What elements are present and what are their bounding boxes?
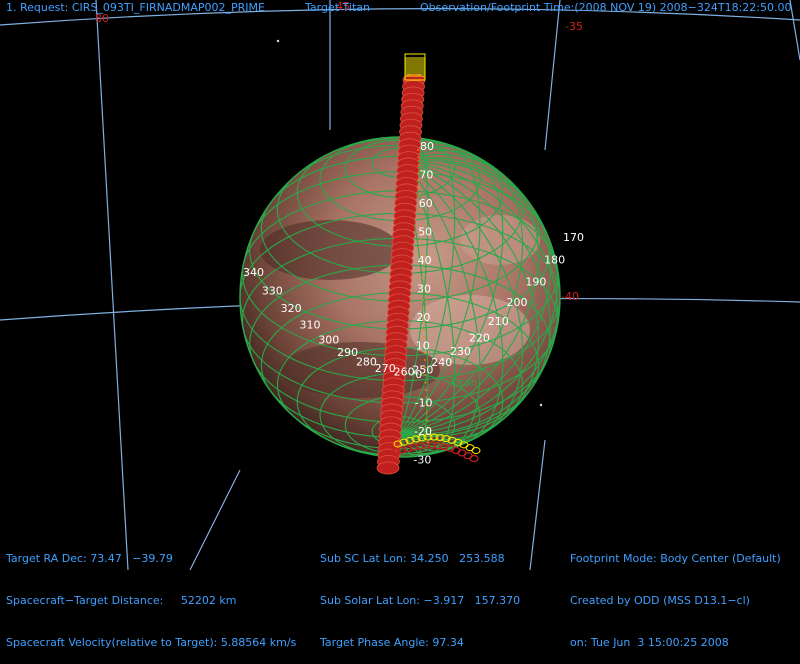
footprint-dot — [417, 149, 419, 151]
latitude-label: -10 — [415, 397, 433, 410]
longitude-label: 210 — [488, 315, 509, 328]
latitude-label: 40 — [418, 254, 432, 267]
sub-sc-lat-lon: Sub SC Lat Lon: 34.250 253.588 — [320, 552, 505, 565]
footprint-dot — [417, 156, 420, 159]
grid-label-dec-mid: -40 — [561, 290, 579, 303]
footprint-dot — [424, 359, 426, 361]
footprint-dot — [420, 239, 422, 241]
footprint-cell — [376, 461, 400, 475]
footprint-dot — [417, 164, 420, 166]
footprint-dot — [425, 389, 427, 391]
footprint-edge-cell — [465, 444, 475, 452]
footprint-dot — [426, 441, 429, 444]
latitude-label: 30 — [417, 283, 431, 296]
footprint-cell — [469, 454, 479, 463]
longitude-label: 220 — [469, 331, 490, 344]
latitude-label: 80 — [420, 140, 434, 153]
observation-time-label: Observation/Footprint Time:(2008 NOV 19)… — [420, 1, 792, 14]
target-label-titan: Titan — [449, 376, 477, 389]
footprint-edge-cell — [404, 65, 426, 73]
info-middle-panel: Sub SC Lat Lon: 34.250 253.588 Sub Solar… — [320, 524, 520, 664]
longitude-label: 180 — [544, 253, 565, 266]
footprint-dot — [423, 329, 425, 331]
longitude-label: 300 — [318, 333, 339, 346]
latitude-label: 70 — [419, 169, 433, 182]
target-name-label: Target Titan — [305, 1, 370, 14]
footprint-dot — [418, 194, 421, 196]
footprint-dot — [422, 306, 425, 309]
longitude-label: 310 — [299, 319, 320, 332]
render-view: 80706050403020100-10-20-30 3403303203103… — [0, 0, 800, 570]
longitude-label: 320 — [281, 302, 302, 315]
footprint-dot — [421, 276, 424, 279]
info-right-panel: Footprint Mode: Body Center (Default) Cr… — [570, 524, 781, 664]
spacecraft-velocity: Spacecraft Velocity(relative to Target):… — [6, 636, 297, 649]
footprint-edge-cell — [471, 447, 481, 454]
footprint-dot — [420, 246, 423, 249]
created-by: Created by ODD (MSS D13.1−cl) — [570, 594, 750, 607]
created-date: on: Tue Jun 3 15:00:25 2008 — [570, 636, 729, 649]
longitude-label: 230 — [450, 345, 471, 358]
footprint-edge-cell — [404, 53, 426, 61]
longitude-label: 340 — [243, 266, 264, 279]
latitude-label: 20 — [416, 311, 430, 324]
footprint-dot — [423, 336, 426, 339]
latitude-label: 60 — [419, 197, 433, 210]
footprint-dot — [422, 299, 424, 301]
footprint-dot — [421, 269, 423, 271]
longitude-label: 190 — [525, 275, 546, 288]
sub-solar-lat-lon: Sub Solar Lat Lon: −3.917 157.370 — [320, 594, 521, 607]
latitude-label: -20 — [414, 425, 432, 438]
footprint-dot — [418, 186, 421, 189]
latitude-label: 50 — [418, 226, 432, 239]
target-ra-dec: Target RA Dec: 73.47 −39.79 — [6, 552, 173, 565]
footprint-dot — [419, 216, 422, 219]
footprint-edge-cell — [404, 61, 426, 69]
grid-label-dec-right: -35 — [565, 20, 583, 33]
footprint-dot — [426, 419, 428, 421]
request-label: 1. Request: CIRS_093TI_FIRNADMAP002_PRIM… — [6, 1, 265, 14]
target-phase-angle: Target Phase Angle: 97.34 — [320, 636, 464, 649]
longitude-label: 200 — [507, 296, 528, 309]
spacecraft-distance: Spacecraft−Target Distance: 52202 km — [6, 594, 237, 607]
longitude-label: 330 — [262, 284, 283, 297]
footprint-edge-cell — [404, 57, 426, 65]
footprint-mode: Footprint Mode: Body Center (Default) — [570, 552, 781, 565]
longitude-label: 170 — [563, 231, 584, 244]
footprint-dot — [424, 381, 427, 384]
footprint-dot — [425, 411, 428, 414]
latitude-label: -30 — [413, 454, 431, 467]
info-left-panel: Target RA Dec: 73.47 −39.79 Spacecraft−T… — [6, 524, 296, 664]
latitude-label: 10 — [416, 340, 430, 353]
